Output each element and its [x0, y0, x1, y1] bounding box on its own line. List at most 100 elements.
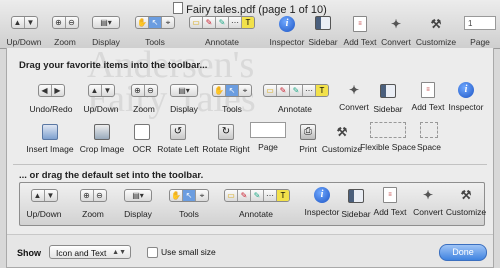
palette-space[interactable]: Space	[417, 122, 441, 152]
shape-tool-icon[interactable]: ⋯	[229, 17, 242, 28]
arrow-down-icon[interactable]: ▼	[25, 17, 37, 28]
default-set-heading: ... or drag the default set into the too…	[19, 170, 204, 181]
default-inspector: i Inspector	[305, 187, 339, 217]
toolbar-tools[interactable]: ✋ ↖ ⌖ Tools	[132, 16, 178, 48]
magic-wand-icon: ✦	[390, 17, 402, 31]
zoom-out-icon[interactable]: ⊖	[66, 17, 78, 28]
rotate-left-icon: ↺	[170, 124, 186, 140]
arrow-up-icon[interactable]: ▲	[12, 17, 25, 28]
up-down-segment[interactable]: ▲ ▼	[10, 16, 38, 29]
shape-tool-icon: ⋯	[264, 190, 277, 201]
info-icon: i	[458, 82, 474, 98]
toolbar-label: Convert	[381, 37, 411, 47]
palette-add-text[interactable]: ≡ Add Text	[412, 82, 444, 112]
palette-customize[interactable]: ⚒ Customize	[322, 124, 362, 154]
text-tool-icon[interactable]: T	[242, 17, 254, 28]
toolbar-convert[interactable]: ✦ Convert	[380, 16, 412, 48]
palette-crop-image[interactable]: Crop Image	[80, 124, 124, 154]
window-toolbar: Fairy tales.pdf (page 1 of 10) ▲ ▼ Up/Dow…	[0, 0, 500, 49]
pointer-tool-icon: ↖	[183, 190, 196, 201]
window-title-wrap: Fairy tales.pdf (page 1 of 10)	[0, 2, 500, 16]
undo-redo-segment[interactable]: ◀ ▶	[37, 84, 65, 97]
tools-segment[interactable]: ✋ ↖ ⌖	[135, 16, 175, 29]
palette-rotate-right[interactable]: ↻ Rotate Right	[202, 124, 250, 154]
done-button[interactable]: Done	[439, 244, 487, 261]
toolbar-zoom[interactable]: ⊕ ⊖ Zoom	[48, 16, 82, 48]
divider	[13, 164, 487, 165]
toolbar-up-down[interactable]: ▲ ▼ Up/Down	[2, 16, 46, 48]
highlight-tool-icon[interactable]: ✎	[216, 17, 229, 28]
default-sidebar: Sidebar	[341, 189, 371, 219]
toolbar-display[interactable]: ▤▾ Display	[88, 16, 124, 48]
default-customize: ⚒ Customize	[446, 187, 486, 217]
hand-tool-icon: ✋	[170, 190, 183, 201]
pen-tool-icon: ✎	[238, 190, 251, 201]
toolbar-page[interactable]: 1 Page	[462, 16, 498, 48]
toolbar-customize[interactable]: ⚒ Customize	[414, 16, 458, 48]
arrow-down-icon: ▼	[46, 191, 55, 200]
sidebar-icon	[315, 16, 331, 30]
page-field-icon	[250, 122, 286, 138]
zoom-segment[interactable]: ⊕ ⊖	[51, 16, 79, 29]
palette-zoom[interactable]: ⊕ ⊖ Zoom	[127, 84, 161, 114]
pointer-tool-icon: ↖	[226, 85, 239, 96]
hand-tool-icon[interactable]: ✋	[136, 17, 149, 28]
tools-segment[interactable]: ✋ ↖ ⌖	[212, 84, 252, 97]
toolbar-label: Display	[92, 37, 120, 47]
toolbar-inspector[interactable]: i Inspector	[268, 16, 306, 48]
pointer-tool-icon[interactable]: ↖	[149, 17, 162, 28]
display-menu-icon[interactable]: ▤▾	[92, 16, 120, 29]
zoom-in-icon[interactable]: ⊕	[53, 17, 66, 28]
annotate-segment[interactable]: ▭ ✎ ✎ ⋯ T	[263, 84, 329, 97]
toolbar-sidebar[interactable]: Sidebar	[306, 16, 340, 48]
palette-rotate-left[interactable]: ↺ Rotate Left	[157, 124, 199, 154]
tools-icon: ⚒	[336, 125, 348, 139]
zoom-segment[interactable]: ⊕ ⊖	[130, 84, 158, 97]
default-add-text: ≡ Add Text	[374, 187, 406, 217]
default-toolbar-set[interactable]: ▲ ▼ Up/Down ⊕ ⊖ Zoom ▤▾ Display ✋ ↖ ⌖ Tools …	[19, 182, 486, 226]
palette-ocr[interactable]: OCR	[129, 124, 155, 154]
palette-page[interactable]: Page	[249, 122, 287, 152]
annotate-segment[interactable]: ▭ ✎ ✎ ⋯ T	[189, 16, 255, 29]
page-field[interactable]: 1	[464, 16, 496, 30]
palette-inspector[interactable]: i Inspector	[449, 82, 483, 112]
toolbar-label: Add Text	[343, 37, 377, 47]
small-size-checkbox[interactable]	[147, 247, 158, 258]
sidebar-icon	[348, 189, 364, 203]
printer-icon: ⎙	[300, 124, 316, 140]
palette-flexible-space[interactable]: Flexible Space	[360, 122, 416, 152]
pen-tool-icon[interactable]: ✎	[203, 17, 216, 28]
show-select[interactable]: Icon and Text ▲▼	[49, 245, 131, 259]
toolbar-annotate[interactable]: ▭ ✎ ✎ ⋯ T Annotate	[180, 16, 264, 48]
select-tool-icon[interactable]: ⌖	[162, 17, 174, 28]
item-label: Inspector	[448, 102, 484, 112]
magic-wand-icon: ✦	[422, 188, 434, 202]
default-annotate: ▭ ✎ ✎ ⋯ T Annotate	[224, 189, 290, 219]
note-tool-icon[interactable]: ▭	[190, 17, 203, 28]
toolbar-label: Inspector	[269, 37, 305, 47]
palette-print[interactable]: ⎙ Print	[295, 124, 321, 154]
palette-insert-image[interactable]: Insert Image	[26, 124, 74, 154]
info-icon: i	[314, 187, 330, 203]
display-menu-icon: ▤▾	[170, 84, 198, 97]
palette-up-down[interactable]: ▲ ▼ Up/Down	[83, 84, 119, 114]
palette-display[interactable]: ▤▾ Display	[167, 84, 201, 114]
toolbar-label: Customize	[415, 37, 457, 47]
palette-tools[interactable]: ✋ ↖ ⌖ Tools	[209, 84, 255, 114]
palette-convert[interactable]: ✦ Convert	[339, 82, 369, 112]
rotate-right-icon: ↻	[218, 124, 234, 140]
toolbar-label: Up/Down	[6, 37, 42, 47]
highlight-tool-icon: ✎	[290, 85, 303, 96]
palette-undo-redo[interactable]: ◀ ▶ Undo/Redo	[29, 84, 73, 114]
small-size-label[interactable]: Use small size	[161, 247, 216, 257]
default-tools: ✋ ↖ ⌖ Tools	[166, 189, 212, 219]
toolbar-label: Page	[470, 37, 490, 47]
document-icon	[173, 2, 184, 14]
up-down-segment[interactable]: ▲ ▼	[87, 84, 115, 97]
toolbar-label: Annotate	[204, 37, 240, 47]
window-title: Fairy tales.pdf (page 1 of 10)	[186, 4, 327, 16]
toolbar-add-text[interactable]: ≡ Add Text	[342, 16, 378, 48]
palette-sidebar[interactable]: Sidebar	[373, 84, 403, 114]
palette-annotate[interactable]: ▭ ✎ ✎ ⋯ T Annotate	[263, 84, 329, 114]
up-down-segment: ▲ ▼	[30, 189, 58, 202]
